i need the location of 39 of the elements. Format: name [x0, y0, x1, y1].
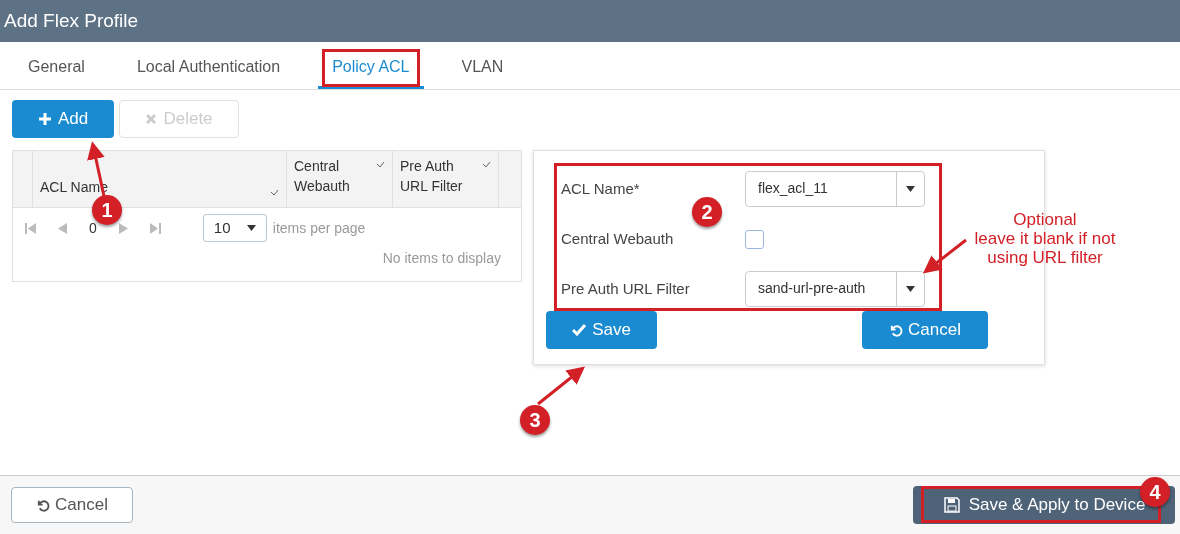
- prev-page-icon[interactable]: [58, 222, 67, 234]
- callout-note: Optional leave it blank if not using URL filter: [973, 210, 1117, 267]
- page-size-label: items per page: [272, 218, 366, 238]
- close-icon: [145, 113, 158, 125]
- field-label: Pre Auth URL Filter: [561, 278, 691, 299]
- undo-icon: [36, 497, 52, 513]
- field-label: ACL Name*: [561, 178, 641, 199]
- check-icon: [572, 324, 587, 336]
- first-page-icon[interactable]: [25, 222, 36, 234]
- step-marker: 3: [520, 405, 550, 435]
- pointer-arrow: [537, 366, 586, 406]
- combo-field[interactable]: sand-url-pre-auth: [745, 271, 925, 307]
- cancel-button[interactable]: Cancel: [11, 487, 133, 523]
- plus-icon: [37, 112, 52, 126]
- last-page-icon[interactable]: [149, 222, 161, 234]
- checkbox[interactable]: [745, 229, 764, 249]
- caret-icon: [906, 186, 915, 192]
- pointer-arrow: [922, 238, 967, 274]
- caret-icon: [906, 286, 915, 292]
- field-label: Central Webauth: [561, 228, 675, 249]
- empty-message: No items to display: [382, 249, 501, 268]
- column-header[interactable]: Central Webauth: [287, 151, 393, 207]
- add-button[interactable]: Add: [12, 100, 114, 138]
- combo-field[interactable]: flex_acl_11: [745, 171, 925, 207]
- save-button[interactable]: Save: [546, 311, 657, 349]
- sort-icon: [270, 190, 279, 197]
- caret-icon: [246, 225, 256, 231]
- next-page-icon[interactable]: [118, 222, 128, 234]
- column-header[interactable]: Pre Auth URL Filter: [393, 151, 499, 207]
- sort-icon: [376, 162, 385, 169]
- tab[interactable]: General: [14, 55, 99, 89]
- window-title: Add Flex Profile: [4, 8, 139, 33]
- tab[interactable]: VLAN: [447, 55, 518, 89]
- tab[interactable]: Local Authentication: [122, 55, 295, 89]
- tab[interactable]: Policy ACL: [318, 55, 424, 89]
- page-size-select[interactable]: 10: [202, 214, 267, 242]
- undo-icon: [889, 322, 905, 338]
- cancel-button[interactable]: Cancel: [862, 311, 988, 349]
- sort-icon: [482, 162, 491, 169]
